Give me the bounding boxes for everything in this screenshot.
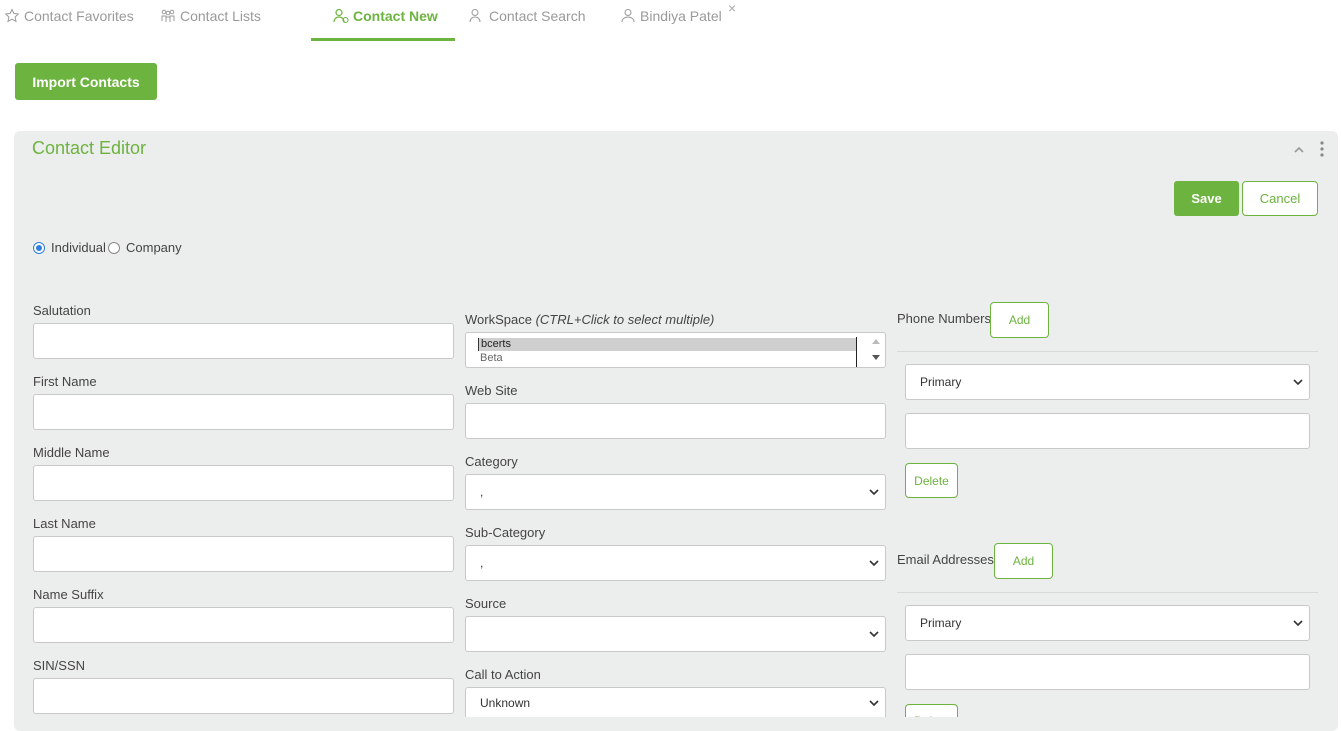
sin-ssn-input[interactable] (33, 678, 454, 714)
workspace-listbox[interactable]: bcerts Beta (465, 332, 886, 368)
sub-category-value: , (480, 556, 484, 570)
person-icon (621, 9, 635, 23)
salutation-input[interactable] (33, 323, 454, 359)
name-suffix-input[interactable] (33, 607, 454, 643)
tab-label: Contact Lists (180, 8, 261, 24)
category-value: , (480, 485, 484, 499)
phone-type-value: Primary (920, 375, 962, 389)
last-name-label: Last Name (33, 516, 96, 531)
salutation-label: Salutation (33, 303, 91, 318)
chevron-down-icon (1293, 379, 1303, 386)
email-type-select[interactable]: Primary (905, 605, 1310, 641)
tab-bindiya-patel[interactable]: Bindiya Patel (620, 6, 722, 26)
tab-label: Contact Search (489, 8, 586, 24)
sub-category-select[interactable]: , (465, 545, 886, 581)
company-label: Company (126, 240, 182, 255)
add-email-button[interactable]: Add (994, 543, 1053, 579)
import-contacts-button[interactable]: Import Contacts (15, 63, 157, 100)
more-options-icon[interactable] (1318, 140, 1326, 158)
website-label: Web Site (465, 383, 518, 398)
workspace-option[interactable]: bcerts (478, 338, 857, 351)
website-input[interactable] (465, 403, 886, 439)
first-name-label: First Name (33, 374, 97, 389)
tab-contact-new[interactable]: Contact New (333, 6, 438, 26)
tab-label: Contact New (353, 8, 438, 24)
workspace-option[interactable]: Beta (478, 352, 857, 365)
chevron-down-icon (869, 631, 879, 638)
save-button[interactable]: Save (1174, 181, 1239, 216)
phone-number-input[interactable] (905, 413, 1310, 449)
workspace-label: WorkSpace (CTRL+Click to select multiple… (465, 312, 714, 327)
call-to-action-value: Unknown (480, 695, 531, 710)
individual-label: Individual (51, 240, 106, 255)
chevron-down-icon (869, 699, 879, 706)
scroll-up-icon[interactable] (872, 338, 880, 344)
people-group-icon (161, 9, 175, 22)
email-addresses-label: Email Addresses (897, 552, 994, 567)
tab-contact-favorites[interactable]: Contact Favorites (4, 6, 134, 26)
individual-radio[interactable] (33, 242, 45, 254)
middle-name-label: Middle Name (33, 445, 110, 460)
panel-title: Contact Editor (32, 138, 147, 158)
chevron-up-icon[interactable] (1292, 143, 1306, 157)
source-select[interactable] (465, 616, 886, 652)
middle-name-input[interactable] (33, 465, 454, 501)
email-address-input[interactable] (905, 654, 1310, 690)
workspace-hint: (CTRL+Click to select multiple) (535, 312, 715, 327)
active-tab-indicator (311, 38, 455, 41)
tab-label: Bindiya Patel (640, 8, 722, 24)
call-to-action-select[interactable]: Unknown (465, 687, 886, 717)
chevron-down-icon (869, 489, 879, 496)
scroll-down-icon[interactable] (872, 355, 880, 361)
cancel-button[interactable]: Cancel (1242, 181, 1318, 216)
chevron-down-icon (869, 560, 879, 567)
call-to-action-label: Call to Action (465, 667, 541, 682)
tab-contact-search[interactable]: Contact Search (469, 6, 586, 26)
phone-type-select[interactable]: Primary (905, 364, 1310, 400)
divider (897, 351, 1318, 352)
tab-label: Contact Favorites (24, 8, 134, 24)
tab-contact-lists[interactable]: Contact Lists (160, 6, 261, 26)
star-icon (4, 8, 20, 23)
chevron-down-icon (1293, 620, 1303, 627)
phone-numbers-label: Phone Numbers (897, 311, 991, 326)
category-label: Category (465, 454, 518, 469)
name-suffix-label: Name Suffix (33, 587, 104, 602)
delete-email-button[interactable]: Delete (905, 704, 958, 717)
divider (897, 592, 1318, 593)
company-radio[interactable] (108, 242, 120, 254)
person-add-icon (333, 8, 349, 24)
add-phone-button[interactable]: Add (990, 302, 1049, 338)
last-name-input[interactable] (33, 536, 454, 572)
person-search-icon (469, 9, 481, 23)
category-select[interactable]: , (465, 474, 886, 510)
close-tab-icon[interactable]: × (728, 0, 736, 16)
tab-bar: Contact Favorites Contact Lists Contact … (0, 0, 1341, 42)
sub-category-label: Sub-Category (465, 525, 546, 540)
workspace-label-text: WorkSpace (465, 312, 532, 327)
source-label: Source (465, 596, 507, 611)
email-type-value: Primary (920, 616, 962, 630)
delete-phone-button[interactable]: Delete (905, 463, 958, 498)
listbox-scroll-divider (856, 337, 857, 367)
sin-ssn-label: SIN/SSN (33, 658, 86, 673)
first-name-input[interactable] (33, 394, 454, 430)
